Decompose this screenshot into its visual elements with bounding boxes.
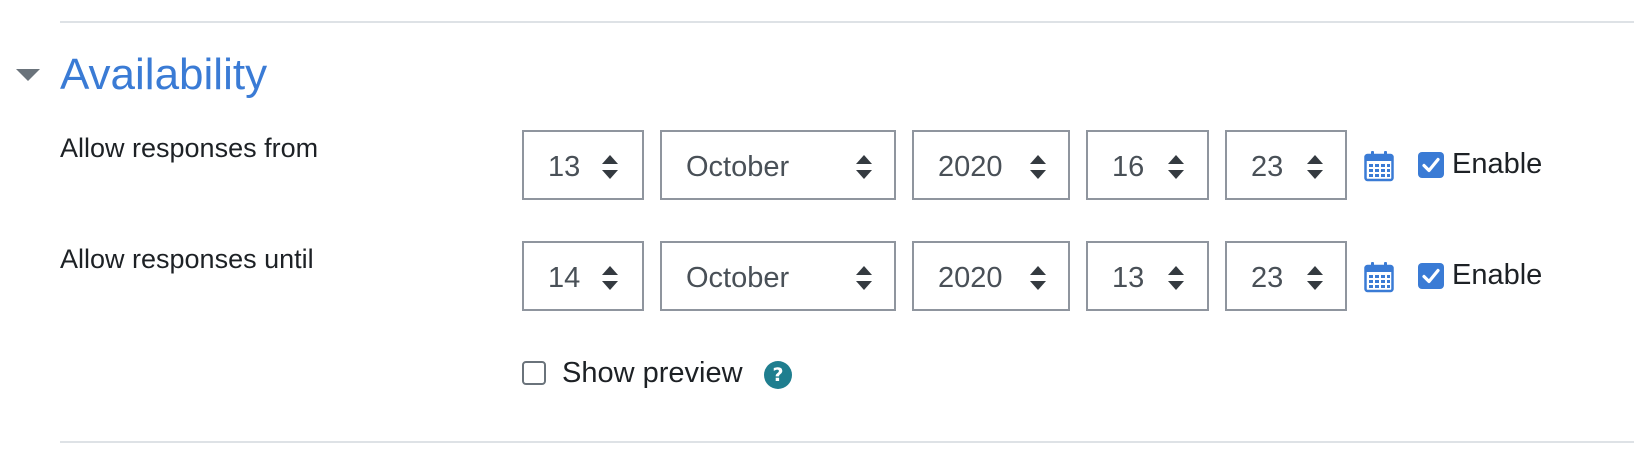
calendar-icon[interactable]	[1364, 261, 1394, 293]
from-month-value: October	[686, 151, 790, 183]
select-arrows-icon	[602, 155, 618, 179]
show-preview-checkbox[interactable]	[522, 361, 546, 385]
from-day-select[interactable]: 13	[522, 130, 644, 200]
allow-responses-until-label: Allow responses until	[60, 244, 314, 274]
section-divider-top	[60, 21, 1634, 23]
until-month-value: October	[686, 262, 790, 294]
until-minute-select[interactable]: 23	[1225, 241, 1347, 311]
section-divider-bottom	[60, 441, 1634, 443]
until-day-select[interactable]: 14	[522, 241, 644, 311]
from-hour-select[interactable]: 16	[1086, 130, 1209, 200]
question-circle-icon[interactable]: ?	[764, 361, 792, 389]
until-hour-select[interactable]: 13	[1086, 241, 1209, 311]
section-title[interactable]: Availability	[60, 50, 267, 100]
select-arrows-icon	[856, 155, 872, 179]
until-day-value: 14	[548, 262, 581, 294]
select-arrows-icon	[856, 266, 872, 290]
allow-responses-from-row: Allow responses from 13 October 2020 16 …	[0, 130, 1634, 202]
from-enable-checkbox[interactable]	[1418, 152, 1444, 178]
select-arrows-icon	[1030, 266, 1046, 290]
until-month-select[interactable]: October	[660, 241, 896, 311]
select-arrows-icon	[602, 266, 618, 290]
availability-form: Availability Allow responses from 13 Oct…	[0, 0, 1634, 462]
select-arrows-icon	[1030, 155, 1046, 179]
until-year-value: 2020	[938, 262, 1003, 294]
allow-responses-until-row: Allow responses until 14 October 2020 13…	[0, 241, 1634, 313]
from-day-value: 13	[548, 151, 581, 183]
from-enable-label[interactable]: Enable	[1452, 147, 1542, 181]
from-month-select[interactable]: October	[660, 130, 896, 200]
until-year-select[interactable]: 2020	[912, 241, 1070, 311]
allow-responses-from-label: Allow responses from	[60, 133, 319, 163]
select-arrows-icon	[1307, 266, 1323, 290]
checkmark-icon	[1422, 157, 1440, 173]
checkmark-icon	[1422, 268, 1440, 284]
until-minute-value: 23	[1251, 262, 1284, 294]
select-arrows-icon	[1307, 155, 1323, 179]
from-hour-value: 16	[1112, 151, 1145, 183]
from-year-value: 2020	[938, 151, 1003, 183]
until-enable-checkbox[interactable]	[1418, 263, 1444, 289]
select-arrows-icon	[1168, 155, 1184, 179]
from-minute-value: 23	[1251, 151, 1284, 183]
until-enable-label[interactable]: Enable	[1452, 258, 1542, 292]
from-year-select[interactable]: 2020	[912, 130, 1070, 200]
show-preview-label[interactable]: Show preview	[562, 356, 743, 390]
chevron-down-icon[interactable]	[16, 69, 40, 81]
from-minute-select[interactable]: 23	[1225, 130, 1347, 200]
calendar-icon[interactable]	[1364, 150, 1394, 182]
until-hour-value: 13	[1112, 262, 1145, 294]
select-arrows-icon	[1168, 266, 1184, 290]
